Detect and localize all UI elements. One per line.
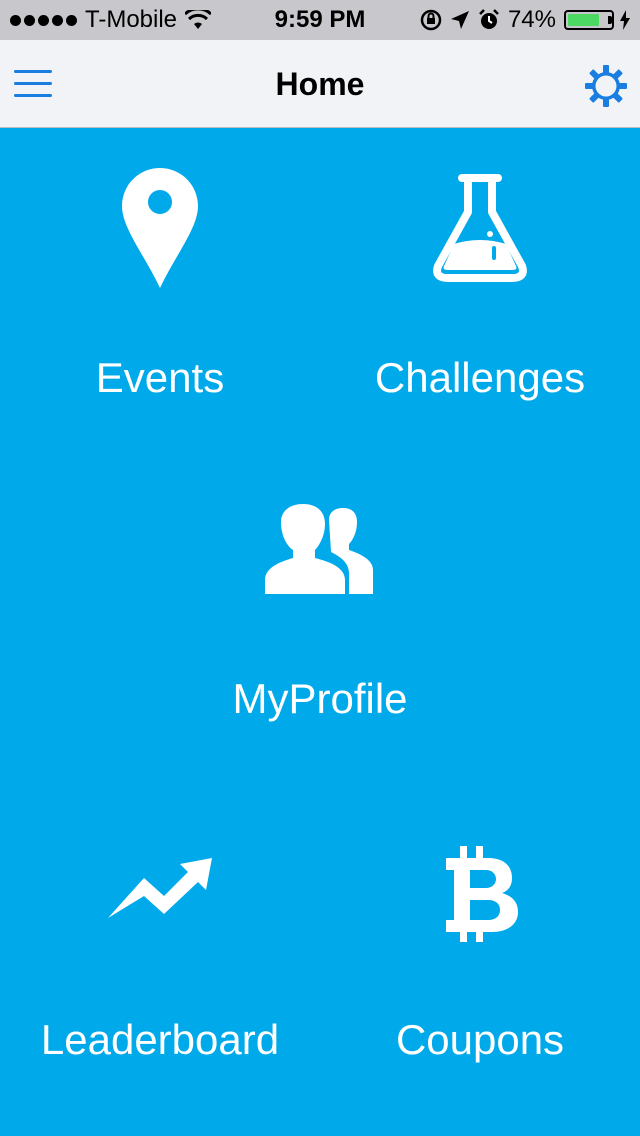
- battery-percent: 74%: [507, 6, 556, 33]
- alarm-icon: [479, 9, 499, 29]
- events-label: Events: [95, 354, 225, 401]
- rotation-lock-icon: [420, 9, 442, 31]
- challenges-tile[interactable]: Challenges: [320, 130, 640, 430]
- navigation-bar: Home: [0, 40, 640, 128]
- trending-up-icon: [108, 858, 212, 918]
- charging-bolt-icon: [620, 10, 630, 30]
- map-pin-icon: [122, 168, 198, 288]
- challenges-label: Challenges: [374, 354, 586, 401]
- leaderboard-tile[interactable]: Leaderboard: [0, 800, 320, 1100]
- coupons-label: Coupons: [395, 1016, 565, 1063]
- coupons-tile[interactable]: Coupons: [320, 800, 640, 1100]
- battery-icon: [564, 10, 614, 30]
- settings-button[interactable]: [584, 64, 628, 108]
- status-indicators: 74%: [420, 6, 630, 34]
- gear-icon: [585, 65, 627, 107]
- events-tile[interactable]: Events: [0, 130, 320, 430]
- page-title: Home: [275, 66, 365, 102]
- myprofile-tile[interactable]: MyProfile: [0, 460, 640, 760]
- flask-icon: [433, 174, 527, 282]
- status-bar: T-Mobile 9:59 PM 74%: [0, 0, 640, 40]
- myprofile-label: MyProfile: [232, 675, 408, 722]
- users-icon: [265, 504, 373, 594]
- location-arrow-icon: [450, 11, 469, 29]
- leaderboard-label: Leaderboard: [40, 1016, 280, 1063]
- bitcoin-icon: [446, 846, 518, 942]
